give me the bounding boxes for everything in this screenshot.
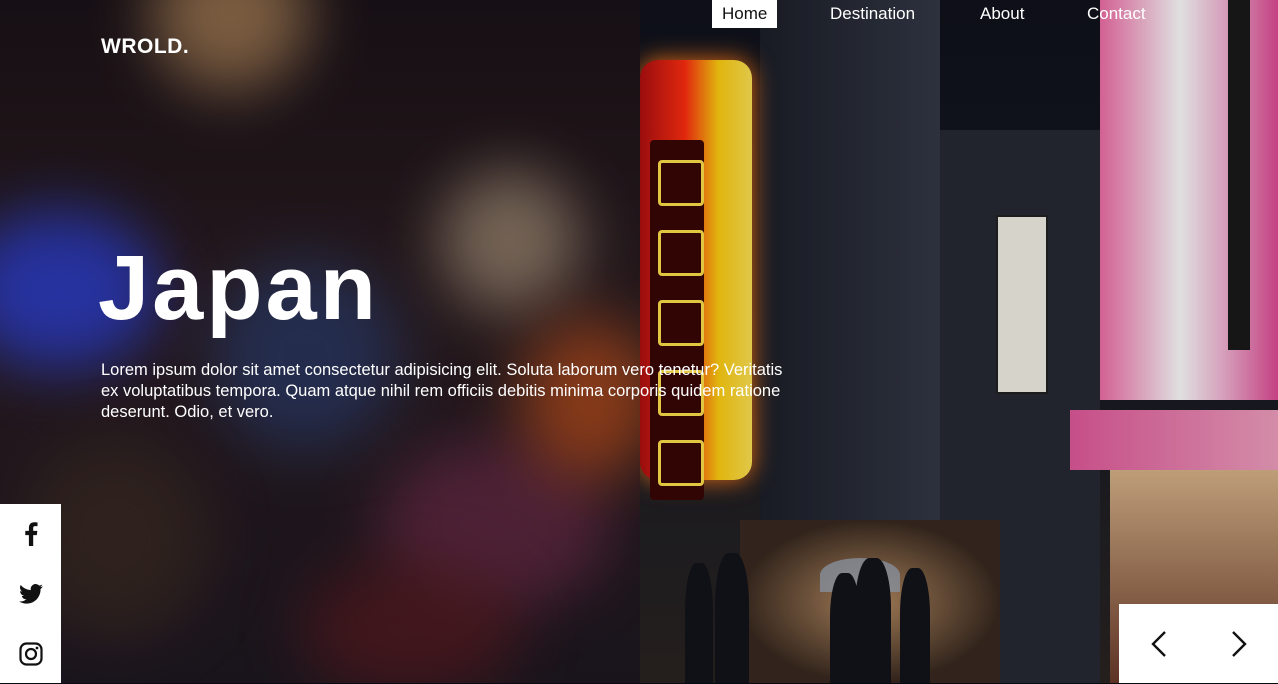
nav-destination[interactable]: Destination — [830, 0, 915, 28]
nav-contact[interactable]: Contact — [1087, 0, 1146, 28]
nav-about[interactable]: About — [980, 0, 1024, 28]
brand-logo[interactable]: WROLD. — [101, 35, 189, 59]
hero-background — [0, 0, 1278, 683]
social-bar — [0, 504, 61, 683]
twitter-icon[interactable] — [0, 564, 61, 624]
slider-controls — [1119, 604, 1278, 683]
facebook-icon[interactable] — [0, 504, 61, 564]
chevron-left-icon[interactable] — [1119, 604, 1198, 683]
instagram-icon[interactable] — [0, 624, 61, 684]
chevron-right-icon[interactable] — [1199, 604, 1278, 683]
hero-title: Japan — [98, 237, 379, 339]
hero-description: Lorem ipsum dolor sit amet consectetur a… — [101, 361, 783, 421]
nav-home[interactable]: Home — [712, 0, 778, 28]
